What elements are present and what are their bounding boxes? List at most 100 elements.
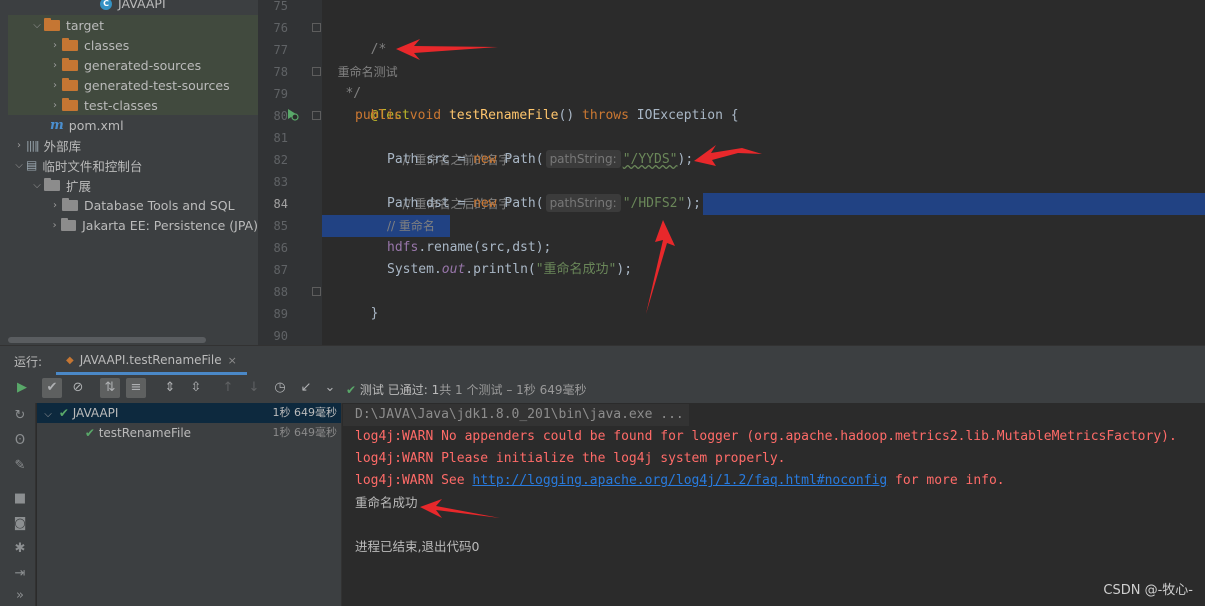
tree-item-target[interactable]: ⌵ target xyxy=(8,15,258,35)
test-tree-item-method[interactable]: ✔ testRenameFile 1秒 649毫秒 xyxy=(37,423,341,443)
folder-icon xyxy=(62,57,78,71)
folder-icon xyxy=(61,217,77,231)
chevron-down-icon[interactable]: ⌄ xyxy=(320,378,340,398)
stop-icon[interactable]: ⊘ xyxy=(68,378,88,398)
folder-icon xyxy=(62,77,78,91)
run-toolbar: ▶ ✔ ⊘ ⇅ ≡ ⇕ ⇳ ↑ ↓ ◷ ↙ ⌄ ✔ 测试 已通过: 1共 1 个… xyxy=(0,375,1205,403)
fold-marker[interactable] xyxy=(312,23,321,32)
line-number: 84 xyxy=(273,197,288,211)
chevron-down-icon[interactable]: ⌵ xyxy=(41,405,55,425)
exit-icon[interactable]: ⇥ xyxy=(12,566,28,582)
scratch-icon: ▤ xyxy=(26,158,38,172)
test-results-tree: ⌵ ✔ JAVAAPI 1秒 649毫秒 ✔ testRenameFile 1秒… xyxy=(37,403,342,606)
rerun-icon[interactable]: ↻ xyxy=(12,408,28,424)
library-icon: |||‖ xyxy=(26,138,40,152)
code-line: @Test xyxy=(370,108,410,123)
line-number: 87 xyxy=(273,263,288,277)
line-number: 76 xyxy=(273,21,288,35)
camera-icon[interactable]: ◙ xyxy=(12,516,28,532)
run-tool-window-header: 运行: ◆ JAVAAPI.testRenameFile × xyxy=(0,345,1205,375)
line-number: 79 xyxy=(273,87,288,101)
bug-icon[interactable]: ✱ xyxy=(12,541,28,557)
code-line: System.out.println("重命名成功"); xyxy=(387,262,633,277)
folder-icon xyxy=(62,197,78,211)
tree-item-classes[interactable]: › classes xyxy=(8,35,258,55)
line-number: 82 xyxy=(273,153,288,167)
folder-icon xyxy=(62,97,78,111)
stop-square-icon[interactable]: ■ xyxy=(12,491,28,507)
chevron-down-icon[interactable]: ⌵ xyxy=(30,180,44,191)
code-line: // 重命名之后的名字 xyxy=(402,197,511,211)
chevron-down-icon[interactable]: ⌵ xyxy=(30,20,44,31)
tree-root[interactable]: C JAVAAPI xyxy=(100,0,258,12)
console-link[interactable]: http://logging.apache.org/log4j/1.2/faq.… xyxy=(472,473,887,488)
chevron-right-icon[interactable]: › xyxy=(48,60,62,71)
java-config-icon: ◆ xyxy=(66,354,74,366)
maven-icon: m xyxy=(50,117,64,133)
code-line: 重命名测试 xyxy=(337,65,398,79)
fold-marker[interactable] xyxy=(312,287,321,296)
wrench-icon[interactable]: ✎ xyxy=(12,458,28,474)
down-icon[interactable]: ↓ xyxy=(244,378,264,398)
console-line: log4j:WARN See http://logging.apache.org… xyxy=(355,473,1005,488)
code-line-selected: // 重命名 xyxy=(322,215,1205,237)
folder-icon xyxy=(44,177,60,191)
tree-item-external-libs[interactable]: › |||‖ 外部库 xyxy=(8,135,258,155)
tree-item-scratches[interactable]: ⌵ ▤ 临时文件和控制台 xyxy=(8,155,258,175)
line-number: 77 xyxy=(273,43,288,57)
fold-marker[interactable] xyxy=(312,111,321,120)
collapse-icon[interactable]: ⇳ xyxy=(186,378,206,398)
console-line: 进程已结束,退出代码0 xyxy=(355,539,480,554)
check-icon[interactable]: ✔ xyxy=(42,378,62,398)
tree-item-test-classes[interactable]: › test-classes xyxy=(8,95,258,115)
tree-item-generated-test-sources[interactable]: › generated-test-sources xyxy=(8,75,258,95)
test-status: ✔ 测试 已通过: 1共 1 个测试 – 1秒 649毫秒 xyxy=(346,383,587,397)
project-tree: C JAVAAPI ⌵ target › classes › generated… xyxy=(0,0,258,345)
up-icon[interactable]: ↑ xyxy=(218,378,238,398)
test-tree-item-suite[interactable]: ⌵ ✔ JAVAAPI 1秒 649毫秒 xyxy=(37,403,341,423)
expand-icon[interactable]: ⇕ xyxy=(160,378,180,398)
console-line: log4j:WARN No appenders could be found f… xyxy=(355,429,1177,444)
more-icon[interactable]: » xyxy=(12,588,28,604)
console-line: log4j:WARN Please initialize the log4j s… xyxy=(355,451,786,466)
line-number: 83 xyxy=(273,175,288,189)
run-test-gutter-icon[interactable] xyxy=(285,107,299,121)
debug-icon[interactable]: ʘ xyxy=(12,433,28,449)
chevron-right-icon[interactable]: › xyxy=(48,200,62,211)
parameter-hint: pathString: xyxy=(545,150,621,168)
tree-scrollbar[interactable] xyxy=(8,337,206,343)
code-line: /* xyxy=(370,42,387,57)
chevron-right-icon[interactable]: › xyxy=(48,80,62,91)
line-number: 78 xyxy=(273,65,288,79)
chevron-right-icon[interactable]: › xyxy=(48,40,62,51)
code-line: public void testRenameFile() throws IOEx… xyxy=(355,108,739,123)
chevron-right-icon[interactable]: › xyxy=(48,220,61,231)
code-line: // 重命名之前的名字 xyxy=(402,153,511,167)
export-icon[interactable]: ↙ xyxy=(296,378,316,398)
console-command[interactable]: D:\JAVA\Java\jdk1.8.0_201\bin\java.exe .… xyxy=(343,404,689,426)
console-line: 重命名成功 xyxy=(355,495,418,510)
tab-run-config[interactable]: ◆ JAVAAPI.testRenameFile × xyxy=(56,348,247,375)
chevron-right-icon[interactable]: › xyxy=(48,100,62,111)
chevron-right-icon[interactable]: › xyxy=(12,140,26,151)
tree-item-jakarta[interactable]: › Jakarta EE: Persistence (JPA) xyxy=(8,215,258,235)
line-number: 81 xyxy=(273,131,288,145)
tree-item-generated-sources[interactable]: › generated-sources xyxy=(8,55,258,75)
code-line: hdfs.rename(src,dst); xyxy=(387,240,552,255)
tree-item-extensions[interactable]: ⌵ 扩展 xyxy=(8,175,258,195)
close-icon[interactable]: × xyxy=(228,354,237,367)
run-side-toolbar: ↻ ʘ ✎ ■ ◙ ✱ ⇥ » xyxy=(0,403,36,606)
watermark: CSDN @-牧心- xyxy=(1103,583,1193,598)
tree-item-pom[interactable]: m pom.xml xyxy=(8,115,258,135)
fold-marker[interactable] xyxy=(312,67,321,76)
chevron-down-icon[interactable]: ⌵ xyxy=(12,160,26,171)
line-number: 75 xyxy=(273,0,288,13)
history-icon[interactable]: ◷ xyxy=(270,378,290,398)
line-number: 89 xyxy=(273,307,288,321)
tree-item-database-tools[interactable]: › Database Tools and SQL xyxy=(8,195,258,215)
folder-icon xyxy=(62,37,78,51)
sort-duration-icon[interactable]: ≡ xyxy=(126,378,146,398)
run-icon[interactable]: ▶ xyxy=(12,378,32,398)
console-output[interactable]: D:\JAVA\Java\jdk1.8.0_201\bin\java.exe .… xyxy=(343,403,1205,606)
sort-icon[interactable]: ⇅ xyxy=(100,378,120,398)
